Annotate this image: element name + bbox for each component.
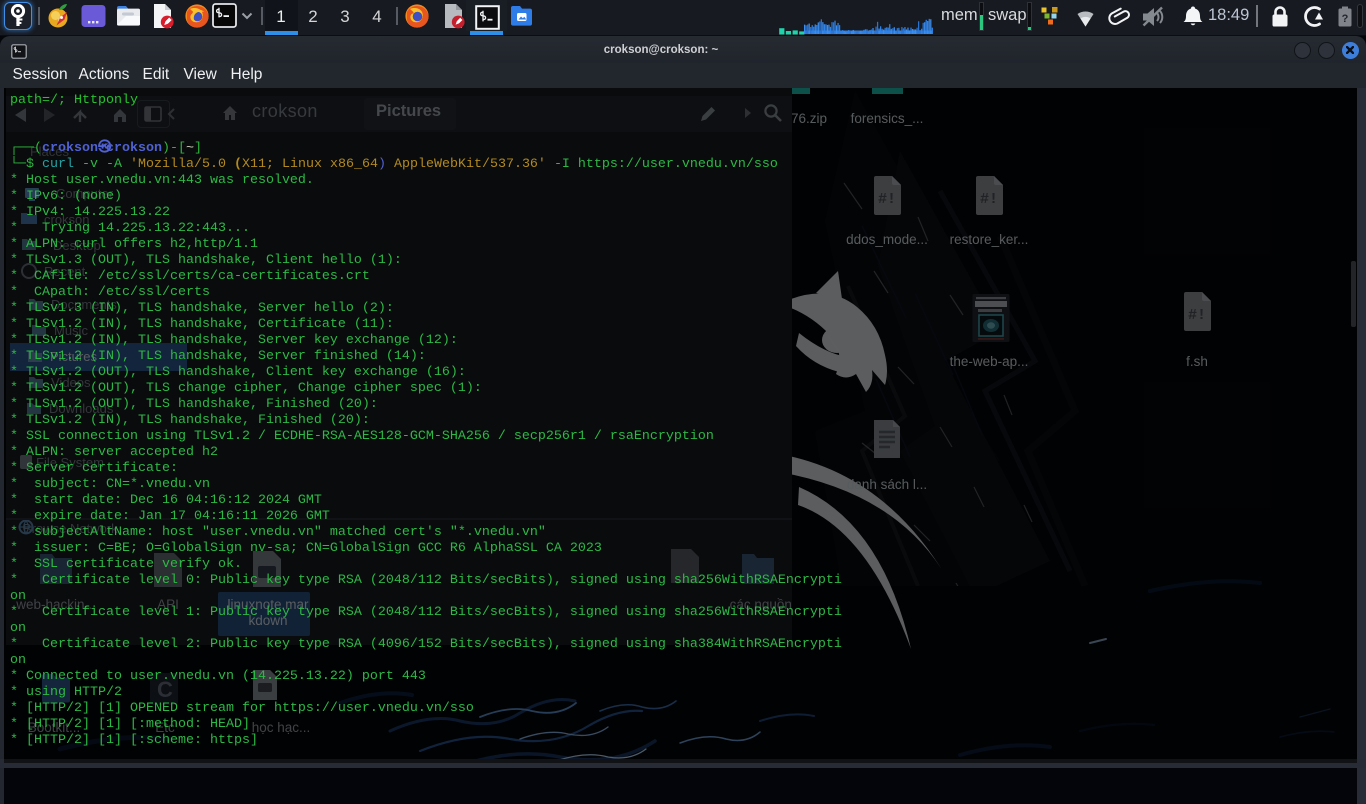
svg-text:?: ?	[1342, 13, 1349, 25]
